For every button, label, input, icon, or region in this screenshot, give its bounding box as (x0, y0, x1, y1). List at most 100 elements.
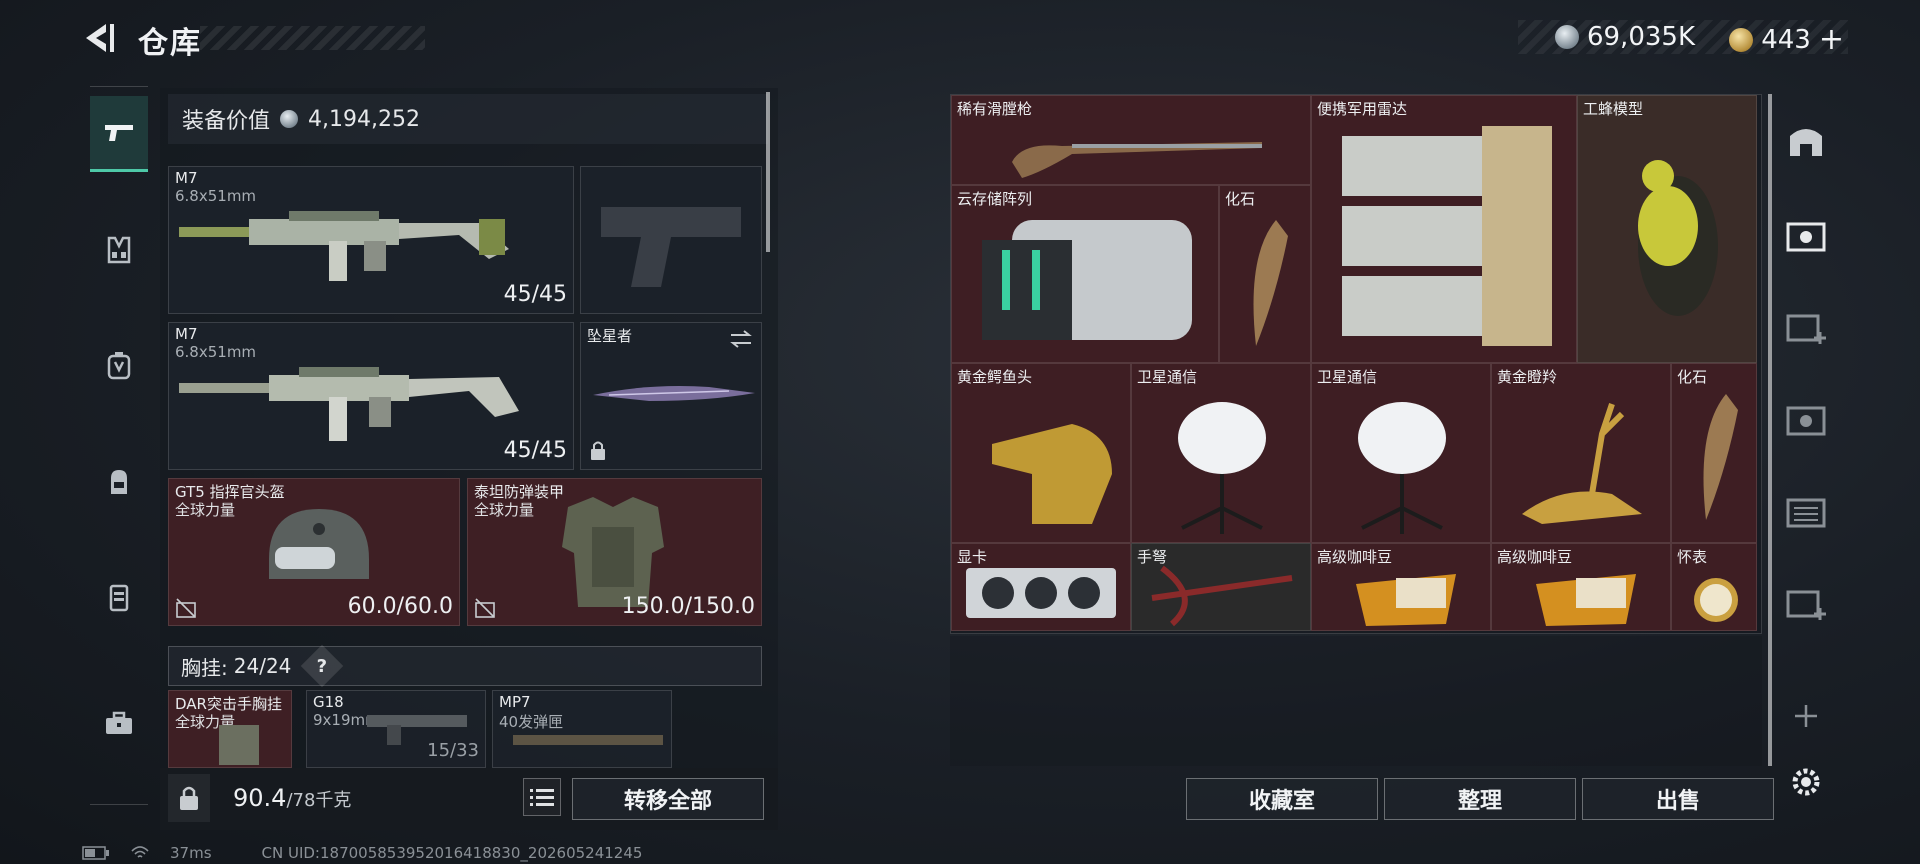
nav-storage-add-2[interactable] (1784, 582, 1828, 626)
nav-backpack-alt[interactable] (90, 328, 148, 404)
coffee-beans-icon (1356, 574, 1456, 626)
back-button[interactable] (78, 18, 118, 58)
primary-weapon-slot[interactable]: M7 6.8x51mm 45/45 (168, 166, 574, 314)
pistol-slot-empty[interactable] (580, 166, 762, 314)
nav-weapons[interactable] (90, 96, 148, 172)
gold-amount: 443 (1761, 24, 1811, 55)
item-name: 云存储阵列 (957, 190, 1033, 208)
secondary-weapon-slot[interactable]: M7 6.8x51mm 45/45 (168, 322, 574, 470)
storage-item[interactable]: 稀有滑膛枪 (951, 95, 1311, 185)
armor-faction: 全球力量 (474, 501, 535, 519)
chest-rig-header: 胸挂: 24/24 ? (168, 644, 762, 688)
help-button[interactable]: ? (301, 644, 344, 688)
storage-item[interactable]: 化石 (1219, 185, 1311, 363)
nav-add-storage[interactable] (1784, 694, 1828, 738)
bee-model-icon (1638, 160, 1718, 316)
pistol-placeholder-icon (601, 207, 741, 287)
storage-add-icon (1786, 314, 1826, 344)
nav-rig[interactable] (90, 212, 148, 288)
gold-coin-icon (1729, 27, 1754, 52)
weight-max: /78千克 (286, 790, 352, 811)
helmet-slot[interactable]: GT5 指挥官头盔 全球力量 60.0/60.0 (168, 478, 460, 626)
ammo-count: 45/45 (503, 438, 567, 463)
list-view-button[interactable] (523, 778, 561, 816)
storage-item[interactable]: 高级咖啡豆 (1491, 543, 1671, 631)
ammo-count: 45/45 (503, 282, 567, 307)
musket-icon (1012, 142, 1262, 178)
golden-croc-head-icon (992, 424, 1112, 524)
rig-pistol-item[interactable]: G18 9x19mm 15/33 (306, 690, 486, 768)
title-decoration (200, 26, 425, 50)
vault-icon (1790, 129, 1822, 156)
knife-icon (593, 386, 755, 401)
magazine-icon (513, 735, 663, 745)
status-bar: 37ms CN UID:187005853952016418830_202605… (82, 844, 642, 862)
storage-empty-area (950, 636, 1762, 766)
rig-magazine-item[interactable]: MP7 40发弹匣 (492, 690, 672, 768)
storage-item[interactable]: 黄金瞪羚 (1491, 363, 1671, 543)
transfer-all-button[interactable]: 转移全部 (572, 778, 764, 820)
storage-item[interactable]: 化石 (1671, 363, 1757, 543)
item-name: 稀有滑膛枪 (957, 100, 1033, 118)
nav-backpack[interactable] (90, 444, 148, 520)
nav-storage-2[interactable] (1784, 398, 1828, 442)
nav-vault[interactable] (1784, 118, 1828, 162)
fossil-icon (1253, 220, 1288, 346)
melee-slot[interactable]: 坠星者 (580, 322, 762, 470)
rig-icon (219, 725, 259, 765)
storage-item[interactable]: 手弩 (1131, 543, 1311, 631)
storage-item[interactable]: 卫星通信 (1131, 363, 1311, 543)
item-name: 化石 (1225, 190, 1256, 208)
silver-coin-icon (280, 110, 299, 128)
gold-currency[interactable]: 443 + (1729, 22, 1844, 57)
nav-container[interactable] (90, 560, 148, 636)
lock-icon (180, 786, 198, 810)
armor-slot[interactable]: 泰坦防弹装甲 全球力量 150.0/150.0 (467, 478, 762, 626)
item-name: 便携军用雷达 (1317, 100, 1408, 118)
collection-room-button[interactable]: 收藏室 (1186, 778, 1378, 820)
list-icon (530, 789, 554, 806)
crossbow-icon (1151, 565, 1293, 627)
sell-button[interactable]: 出售 (1582, 778, 1774, 820)
item-name: 工蜂模型 (1583, 100, 1644, 118)
storage-item[interactable]: 黄金鳄鱼头 (951, 363, 1131, 543)
backpack-alt-icon (107, 352, 131, 380)
armor-durability: 150.0/150.0 (621, 594, 755, 619)
player-uid: CN UID:187005853952016418830_20260524124… (261, 844, 643, 862)
storage-item[interactable]: 便携军用雷达 (1311, 95, 1577, 363)
helmet-durability: 60.0/60.0 (347, 594, 453, 619)
storage-scrollbar[interactable] (1768, 94, 1772, 766)
chest-rig-capacity: 24/24 (233, 654, 292, 678)
organize-button[interactable]: 整理 (1384, 778, 1576, 820)
storage-item[interactable]: 卫星通信 (1311, 363, 1491, 543)
helmet-icon (269, 509, 369, 579)
storage-box-icon (1786, 406, 1826, 436)
storage-item[interactable]: 怀表 (1671, 543, 1757, 631)
settings-button[interactable] (1784, 760, 1828, 804)
item-name: 卫星通信 (1317, 368, 1378, 386)
pocket-watch-icon (1694, 578, 1738, 622)
weight-current: 90.4 (233, 784, 287, 812)
chest-rig-icon (107, 236, 131, 264)
storage-item[interactable]: 云存储阵列 (951, 185, 1219, 363)
storage-item[interactable]: 高级咖啡豆 (1311, 543, 1491, 631)
storage-item[interactable]: 显卡 (951, 543, 1131, 631)
no-repair-icon (176, 598, 196, 618)
equipment-scrollbar[interactable] (766, 92, 770, 252)
swap-icon[interactable] (729, 329, 753, 349)
nav-storage-add-1[interactable] (1784, 306, 1828, 350)
ping-value: 37ms (170, 844, 212, 862)
plus-icon (1795, 705, 1817, 727)
lock-icon (591, 441, 605, 460)
nav-toolbox[interactable] (90, 686, 148, 762)
back-arrow-icon (86, 24, 114, 52)
lock-button[interactable] (168, 774, 210, 822)
add-currency-button[interactable]: + (1819, 22, 1844, 57)
storage-item[interactable]: 工蜂模型 (1577, 95, 1757, 363)
chest-rig-item[interactable]: DAR突击手胸挂 全球力量 (168, 690, 292, 768)
storage-add-icon (1786, 590, 1826, 620)
nav-storage-3[interactable] (1784, 490, 1828, 534)
melee-name: 坠星者 (587, 327, 633, 345)
weapon-name: M7 (175, 169, 198, 187)
nav-storage-1[interactable] (1784, 214, 1828, 258)
